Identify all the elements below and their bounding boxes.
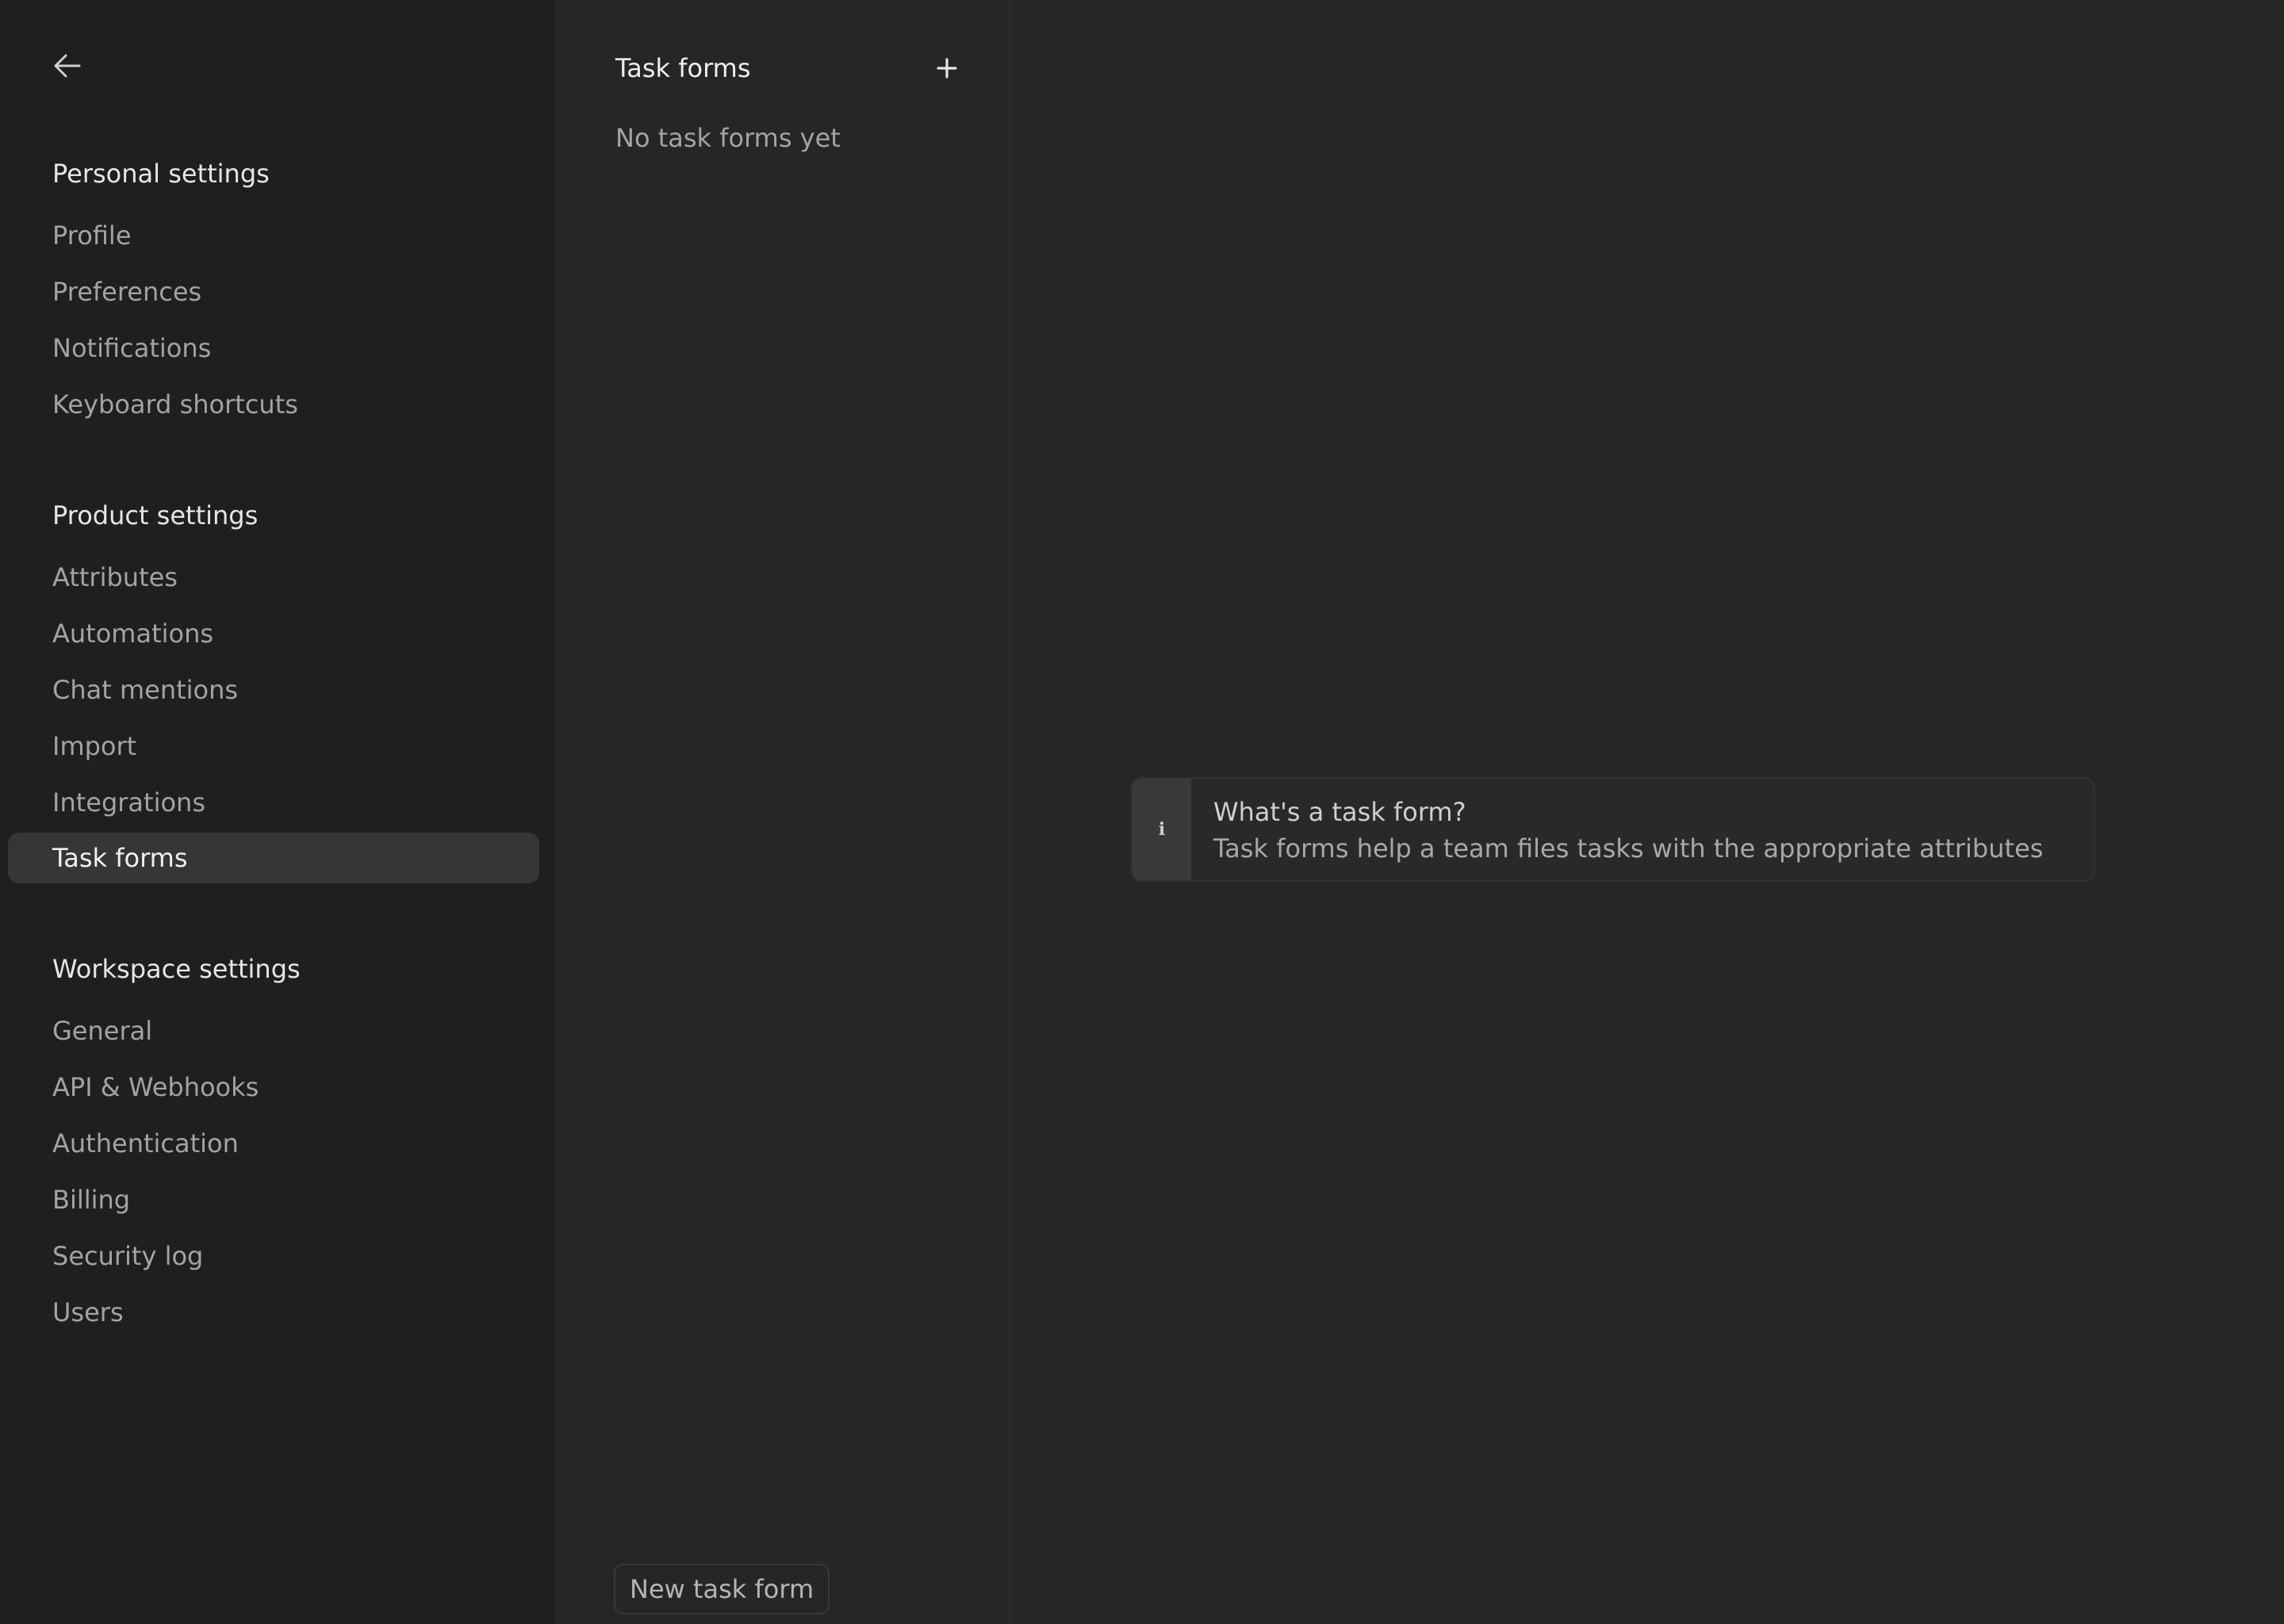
sidebar-item-keyboard-shortcuts[interactable]: Keyboard shortcuts [8,379,539,430]
sidebar-item-integrations[interactable]: Integrations [8,777,539,828]
sidebar-item-general[interactable]: General [8,1005,539,1056]
sidebar-item-task-forms[interactable]: Task forms [8,833,539,883]
info-text: What's a task form? Task forms help a te… [1191,779,2043,880]
info-description: Task forms help a team files tasks with … [1213,833,2044,864]
sidebar-item-users[interactable]: Users [8,1287,539,1338]
sidebar-item-import[interactable]: Import [8,721,539,772]
empty-state-text: No task forms yet [615,123,841,153]
add-task-form-button[interactable] [929,51,964,86]
task-forms-list-pane: Task forms No task forms yet New task fo… [555,0,1010,1624]
section-title-personal-settings: Personal settings [52,159,270,189]
main-content: i What's a task form? Task forms help a … [1010,0,2284,1624]
sidebar-item-chat-mentions[interactable]: Chat mentions [8,665,539,715]
info-callout: i What's a task form? Task forms help a … [1131,777,2095,882]
section-title-product-settings: Product settings [52,500,259,530]
plus-icon [937,58,957,79]
list-title: Task forms [615,53,751,83]
sidebar-item-notifications[interactable]: Notifications [8,323,539,373]
info-icon-box: i [1132,779,1191,880]
sidebar-item-api-webhooks[interactable]: API & Webhooks [8,1062,539,1113]
sidebar-item-profile[interactable]: Profile [8,210,539,261]
info-title: What's a task form? [1213,797,1466,827]
sidebar-item-billing[interactable]: Billing [8,1174,539,1225]
sidebar-item-attributes[interactable]: Attributes [8,552,539,603]
sidebar-item-preferences[interactable]: Preferences [8,266,539,317]
info-icon: i [1158,819,1166,840]
section-title-workspace-settings: Workspace settings [52,954,301,984]
back-button[interactable] [49,48,86,84]
sidebar-item-security-log[interactable]: Security log [8,1231,539,1281]
arrow-left-icon [54,54,81,78]
new-task-form-button[interactable]: New task form [614,1564,830,1614]
sidebar-item-automations[interactable]: Automations [8,608,539,659]
settings-sidebar: Personal settings Profile Preferences No… [0,0,555,1624]
sidebar-item-authentication[interactable]: Authentication [8,1118,539,1169]
